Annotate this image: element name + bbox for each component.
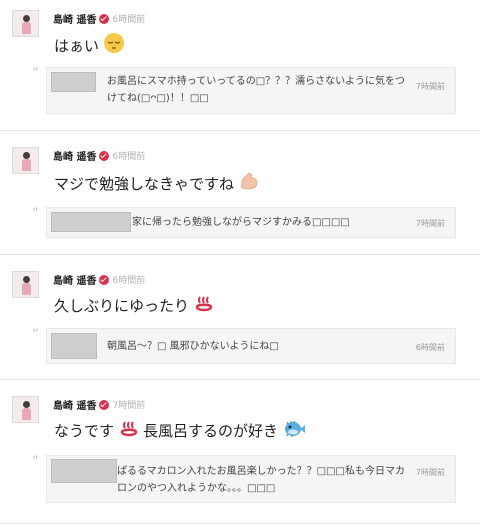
post-time: 6時間前 (112, 152, 146, 162)
sleepy-face-icon (103, 32, 125, 58)
verified-icon (99, 399, 110, 410)
verified-icon (99, 274, 110, 285)
reply-time: 7時間前 (415, 468, 445, 477)
reply-box[interactable]: ぱるるマカロン入れたお風呂楽しかった？？□□□私も今日マカロンのやつ入れようかな… (46, 455, 456, 503)
avatar[interactable] (12, 271, 39, 298)
reply-text: お風呂にスマホ持っていってるの□？？？濡らさないように気をつけてね(□ᴖ□)！！… (107, 76, 405, 104)
reply-time: 6時間前 (415, 343, 445, 352)
reply-user-thumbnail[interactable] (51, 72, 96, 92)
post-message: なうです 長風呂するのが好き (54, 417, 306, 443)
author-name[interactable]: 島崎 遥香 (53, 397, 96, 412)
post-time: 7時間前 (112, 401, 146, 411)
post-message: はぁい (54, 32, 125, 58)
avatar[interactable] (12, 396, 39, 423)
verified-icon (99, 150, 110, 161)
post-time: 6時間前 (112, 276, 146, 286)
post-3: 島崎 遥香 6時間前 久しぶりにゆったり “ 朝風呂〜？□ 風邪ひかないようにね… (0, 255, 480, 380)
avatar[interactable] (12, 147, 39, 174)
reply-text: 家に帰ったら勉強しながらマジすかみる□□□□ (132, 217, 350, 228)
reply-time: 7時間前 (415, 82, 445, 91)
reply-text: 朝風呂〜？□ 風邪ひかないようにね□ (107, 341, 279, 352)
reply-text: ぱるるマカロン入れたお風呂楽しかった？？□□□私も今日マカロンのやつ入れようかな… (117, 466, 405, 494)
quote-icon: “ (32, 206, 39, 221)
reply-box[interactable]: 朝風呂〜？□ 風邪ひかないようにね□ 6時間前 (46, 328, 456, 364)
quote-icon: “ (32, 66, 39, 81)
verified-icon (99, 13, 110, 24)
reply-box[interactable]: お風呂にスマホ持っていってるの□？？？濡らさないように気をつけてね(□ᴖ□)！！… (46, 67, 456, 114)
reply-user-thumbnail[interactable] (51, 212, 131, 232)
post-2: 島崎 遥香 6時間前 マジで勉強しなきゃですね “ 家に帰ったら勉強しながらマジ… (0, 131, 480, 255)
blowfish-icon (282, 417, 306, 443)
post-time: 6時間前 (112, 15, 146, 25)
quote-icon: “ (32, 327, 39, 342)
author-name[interactable]: 島崎 遥香 (53, 272, 96, 287)
reply-box[interactable]: 家に帰ったら勉強しながらマジすかみる□□□□ 7時間前 (46, 207, 456, 238)
post-message: マジで勉強しなきゃですね (54, 170, 260, 196)
avatar[interactable] (12, 10, 39, 37)
reply-user-thumbnail[interactable] (51, 459, 117, 483)
post-message: 久しぶりにゆったり (54, 292, 215, 318)
flexed-biceps-icon (238, 170, 260, 196)
quote-icon: “ (32, 454, 39, 469)
post-4: 島崎 遥香 7時間前 なうです 長風呂するのが好き “ ぱるるマカロン入れたお風… (0, 380, 480, 524)
hot-springs-icon (118, 417, 140, 443)
author-name[interactable]: 島崎 遥香 (53, 11, 96, 26)
hot-springs-icon (193, 292, 215, 318)
reply-user-thumbnail[interactable] (51, 333, 97, 359)
reply-time: 7時間前 (415, 219, 445, 228)
post-1: 島崎 遥香 6時間前 はぁい “ お風呂にスマホ持っていってるの□？？？濡らさな… (0, 0, 480, 131)
author-name[interactable]: 島崎 遥香 (53, 148, 96, 163)
